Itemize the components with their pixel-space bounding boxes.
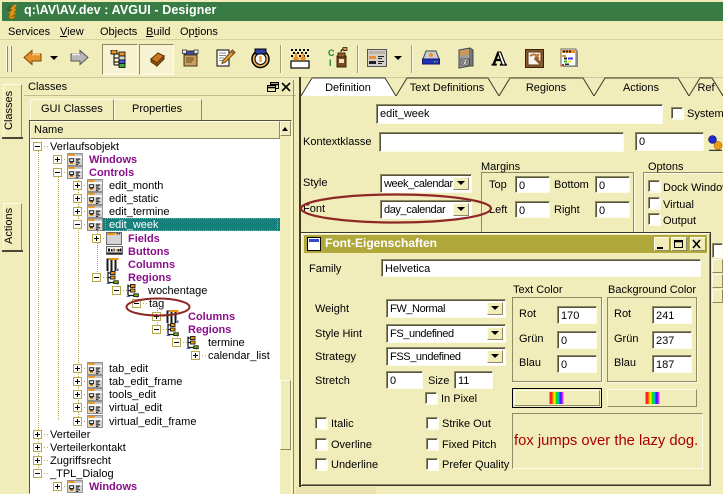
svg-text:Actions: Actions [623,82,660,94]
svg-text:Ref: Ref [697,82,715,94]
svg-text:Regions: Regions [526,82,567,94]
svg-text:I: I [329,58,332,68]
svg-text:Definition: Definition [325,82,371,94]
svg-text:C: C [328,48,335,58]
svg-text:Text Definitions: Text Definitions [410,82,485,94]
